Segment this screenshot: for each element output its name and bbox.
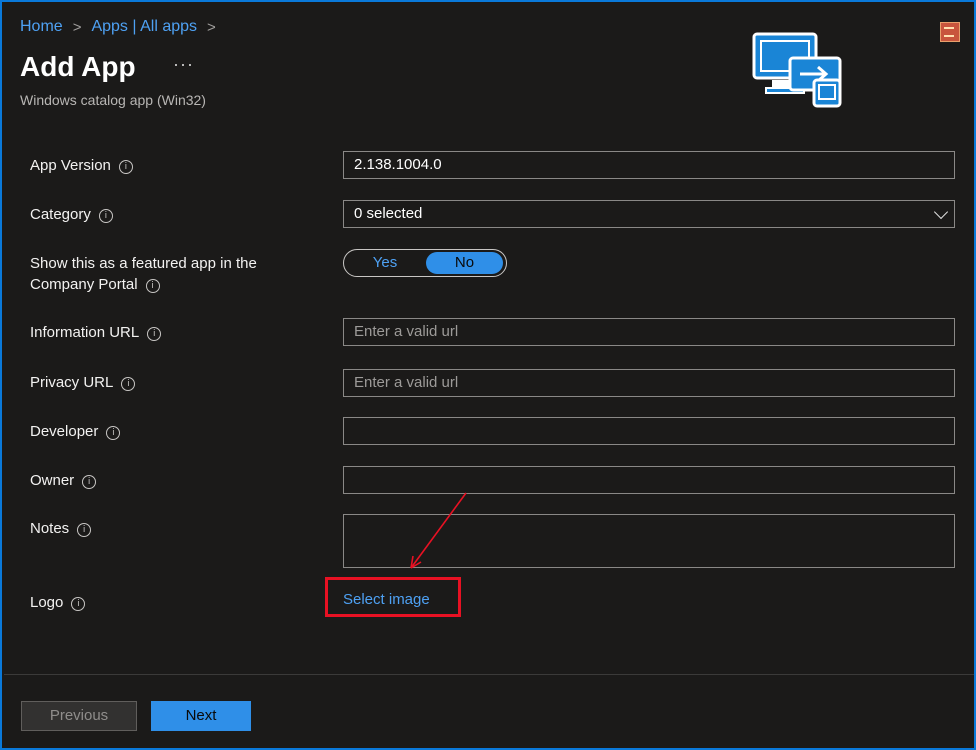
- info-icon[interactable]: i: [77, 523, 92, 537]
- more-options-button[interactable]: ···: [173, 54, 194, 75]
- category-value: 0 selected: [354, 205, 423, 222]
- page-subtitle: Windows catalog app (Win32): [20, 92, 206, 108]
- information-url-label-text: Information URL: [30, 324, 140, 341]
- owner-label: Owner i: [30, 470, 97, 491]
- logo-label-text: Logo: [30, 594, 64, 611]
- breadcrumb-home[interactable]: Home: [20, 18, 63, 36]
- developer-label: Developer i: [30, 421, 121, 442]
- app-version-label-text: App Version: [30, 157, 111, 174]
- info-icon[interactable]: i: [118, 160, 133, 174]
- information-url-label: Information URL i: [30, 322, 162, 343]
- page-title: Add App: [20, 51, 136, 82]
- category-label-text: Category: [30, 206, 91, 223]
- toggle-no[interactable]: No: [426, 252, 503, 274]
- info-icon[interactable]: i: [98, 209, 113, 223]
- info-icon[interactable]: i: [121, 377, 136, 391]
- category-label: Category i: [30, 204, 113, 225]
- developer-input[interactable]: [343, 417, 955, 445]
- featured-label-line1: Show this as a featured app in the: [30, 255, 257, 272]
- featured-toggle[interactable]: Yes No: [343, 249, 507, 277]
- highlight-box: [325, 577, 461, 617]
- developer-label-text: Developer: [30, 423, 99, 440]
- remote-desktop-icon: [752, 32, 842, 108]
- app-version-field[interactable]: 2.138.1004.0: [343, 151, 955, 179]
- breadcrumb-apps[interactable]: Apps | All apps: [91, 18, 197, 36]
- chevron-down-icon: [933, 204, 949, 220]
- footer-divider: [4, 674, 974, 675]
- logo-label: Logo i: [30, 592, 86, 613]
- info-icon[interactable]: i: [147, 327, 162, 341]
- app-frame: Home > Apps | All apps > Add App ··· Win…: [0, 0, 976, 750]
- previous-button[interactable]: Previous: [21, 701, 137, 731]
- chevron-right-icon: >: [207, 18, 216, 36]
- privacy-url-input[interactable]: Enter a valid url: [343, 369, 955, 397]
- toggle-yes[interactable]: Yes: [347, 252, 423, 274]
- category-dropdown[interactable]: 0 selected: [343, 200, 955, 228]
- info-icon[interactable]: i: [71, 597, 86, 611]
- privacy-url-label: Privacy URL i: [30, 372, 136, 393]
- featured-label-line2: Company Portal: [30, 276, 138, 293]
- annotation-arrow: [410, 492, 467, 569]
- app-version-label: App Version i: [30, 155, 133, 176]
- info-icon[interactable]: i: [145, 279, 160, 293]
- information-url-input[interactable]: Enter a valid url: [343, 318, 955, 346]
- chevron-right-icon: >: [72, 18, 82, 36]
- site-logo-icon: [940, 22, 960, 42]
- notes-label: Notes i: [30, 518, 92, 539]
- breadcrumb: Home > Apps | All apps >: [20, 18, 226, 36]
- info-icon[interactable]: i: [106, 426, 121, 440]
- info-icon[interactable]: i: [82, 475, 97, 489]
- owner-label-text: Owner: [30, 472, 75, 489]
- notes-label-text: Notes: [30, 520, 70, 537]
- featured-label: Show this as a featured app in the Compa…: [30, 253, 257, 295]
- next-button[interactable]: Next: [151, 701, 251, 731]
- privacy-url-label-text: Privacy URL: [30, 374, 114, 391]
